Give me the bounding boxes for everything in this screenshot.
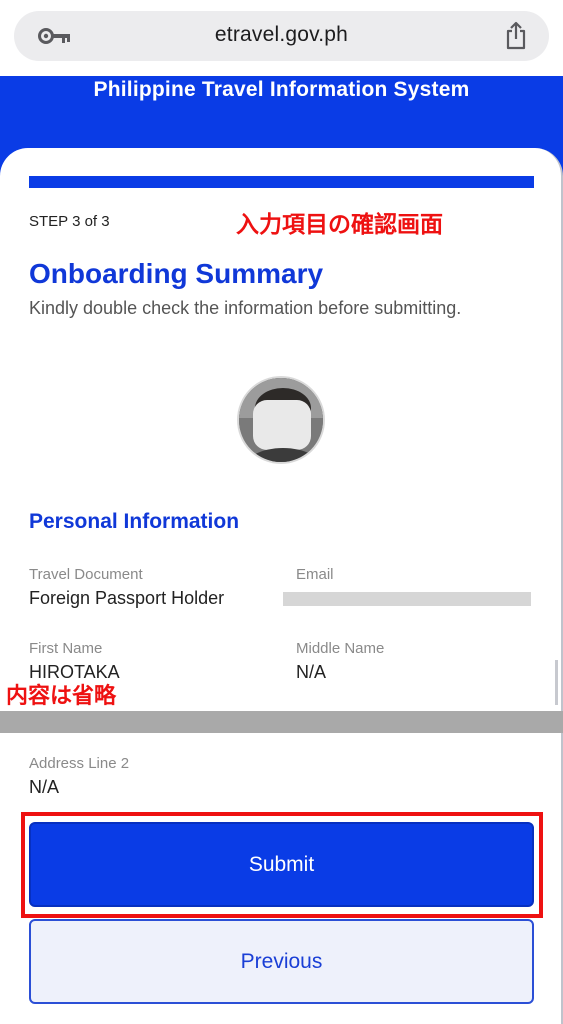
page-subtitle: Kindly double check the information befo…: [29, 298, 462, 318]
annotation-review-screen: 入力項目の確認画面: [236, 212, 443, 238]
page-title: Onboarding Summary: [29, 258, 324, 289]
submit-button[interactable]: Submit: [29, 822, 534, 907]
share-icon[interactable]: [503, 21, 529, 51]
annotation-content-omitted: 内容は省略: [6, 684, 117, 709]
travel-document-value: Foreign Passport Holder: [29, 588, 225, 608]
url-text[interactable]: etravel.gov.ph: [14, 23, 549, 47]
section-title-personal-information: Personal Information: [29, 510, 240, 533]
profile-photo: [237, 376, 325, 464]
middle-name-label: Middle Name: [296, 640, 385, 657]
address-line-2-label: Address Line 2: [29, 755, 130, 772]
profile-photo-image: [239, 378, 323, 462]
step-indicator: STEP 3 of 3: [29, 213, 110, 230]
screen: etravel.gov.ph Philippine Travel Informa…: [0, 0, 563, 1024]
address-line-2-value: N/A: [29, 777, 60, 797]
browser-toolbar: etravel.gov.ph: [0, 0, 563, 76]
omission-divider: [0, 711, 563, 733]
scrollbar[interactable]: [555, 660, 558, 705]
travel-document-label: Travel Document: [29, 566, 143, 583]
first-name-label: First Name: [29, 640, 103, 657]
email-value-redacted: [283, 592, 531, 606]
step-progress-bar: [29, 176, 534, 188]
address-bar[interactable]: etravel.gov.ph: [14, 11, 549, 61]
middle-name-value: N/A: [296, 662, 327, 682]
app-title: Philippine Travel Information System: [93, 78, 470, 101]
email-label: Email: [296, 566, 334, 583]
previous-button[interactable]: Previous: [29, 919, 534, 1004]
